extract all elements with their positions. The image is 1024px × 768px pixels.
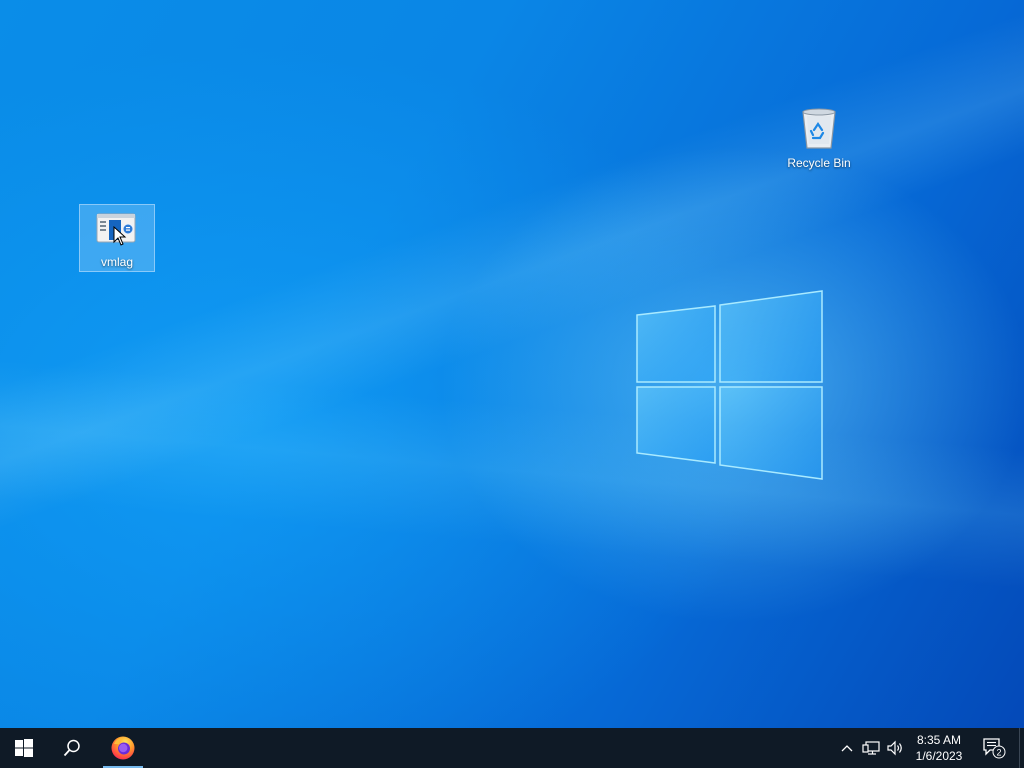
show-desktop-button[interactable] (1019, 728, 1024, 768)
recycle-bin-icon (802, 108, 836, 149)
search-icon (63, 739, 80, 757)
notification-count-badge: 2 (996, 748, 1001, 758)
desktop-icon-label: Recycle Bin (787, 156, 851, 170)
desktop[interactable]: vmlag Recycle Bin (0, 0, 1024, 728)
desktop-icon-recycle-bin[interactable]: Recycle Bin (781, 104, 857, 172)
light-beam (0, 0, 1024, 728)
taskbar-firefox-button[interactable] (99, 728, 147, 768)
taskbar: 8:35 AM 1/6/2023 2 (0, 728, 1024, 768)
network-button[interactable] (860, 728, 882, 768)
action-center-icon: 2 (983, 738, 1006, 759)
network-icon (862, 741, 880, 755)
show-hidden-icons-button[interactable] (836, 728, 858, 768)
start-button[interactable] (0, 728, 48, 768)
chevron-up-icon (841, 745, 853, 752)
taskbar-clock[interactable]: 8:35 AM 1/6/2023 (908, 728, 970, 768)
clock-time: 8:35 AM (916, 733, 962, 747)
volume-icon (887, 740, 902, 756)
windows-start-icon (15, 739, 33, 757)
light-beam (0, 0, 1024, 728)
desktop-icon-label: vmlag (100, 255, 133, 269)
search-button[interactable] (48, 728, 96, 768)
action-center-button[interactable]: 2 (974, 728, 1014, 768)
clock-date: 1/6/2023 (915, 749, 963, 763)
volume-button[interactable] (884, 728, 906, 768)
firefox-icon (111, 736, 135, 760)
windows-logo-wallpaper (636, 290, 823, 480)
mouse-pointer-icon (113, 226, 127, 246)
